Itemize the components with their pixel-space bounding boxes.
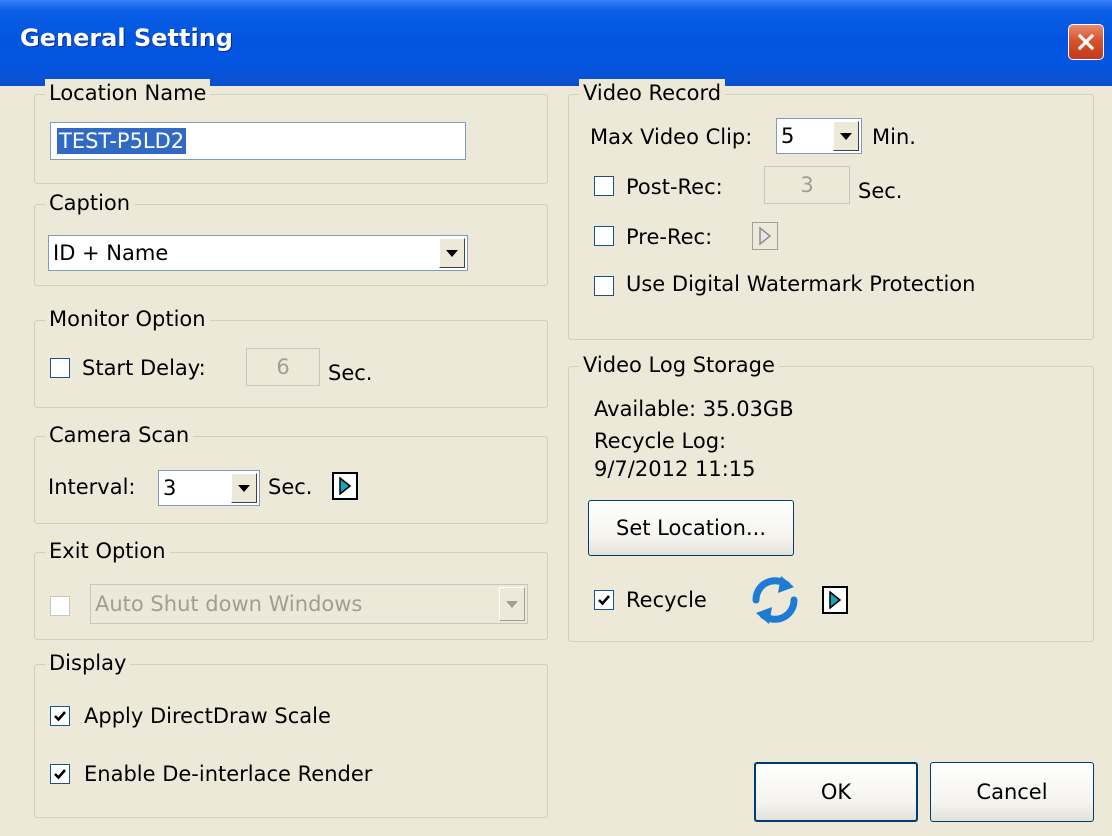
recycle-play-button[interactable] — [822, 586, 848, 614]
chevron-down-icon — [238, 484, 250, 492]
watermark-checkbox[interactable] — [594, 276, 614, 296]
exit-option-select[interactable]: Auto Shut down Windows — [90, 584, 528, 624]
pre-rec-label: Pre-Rec: — [626, 225, 713, 249]
checkmark-icon — [54, 769, 66, 780]
max-video-clip-dropdown-button[interactable] — [833, 121, 859, 151]
close-icon — [1077, 33, 1095, 51]
set-location-label: Set Location... — [615, 516, 766, 540]
interval-dropdown-button[interactable] — [231, 473, 257, 503]
chevron-down-icon — [840, 132, 852, 140]
play-icon — [829, 591, 842, 609]
directdraw-checkbox[interactable] — [50, 706, 70, 726]
recycle-label: Recycle — [626, 588, 707, 612]
recycle-log-label: Recycle Log: — [594, 429, 727, 453]
video-record-legend: Video Record — [579, 79, 726, 107]
interval-select[interactable]: 3 — [158, 470, 260, 506]
caption-dropdown-button[interactable] — [439, 238, 465, 268]
play-icon — [759, 227, 772, 245]
deinterlace-checkbox[interactable] — [50, 764, 70, 784]
directdraw-label: Apply DirectDraw Scale — [84, 704, 331, 728]
pre-rec-play-button[interactable] — [752, 222, 778, 250]
recycle-checkbox[interactable] — [594, 590, 614, 610]
camera-scan-play-button[interactable] — [332, 472, 358, 500]
post-rec-input[interactable]: 3 — [764, 166, 850, 204]
start-delay-checkbox[interactable] — [50, 358, 70, 378]
monitor-option-legend: Monitor Option — [45, 305, 210, 333]
display-group: Display — [34, 649, 548, 818]
exit-option-dropdown-button[interactable] — [499, 587, 525, 621]
recycle-icon — [752, 576, 798, 624]
interval-value: 3 — [163, 476, 177, 500]
cancel-button[interactable]: Cancel — [930, 762, 1094, 822]
play-icon — [339, 477, 352, 495]
ok-label: OK — [820, 780, 852, 804]
video-log-storage-legend: Video Log Storage — [579, 351, 779, 379]
max-video-clip-select[interactable]: 5 — [776, 118, 862, 154]
start-delay-input[interactable]: 6 — [246, 348, 320, 386]
caption-legend: Caption — [45, 189, 135, 217]
window-title: General Setting — [20, 24, 233, 52]
camera-scan-legend: Camera Scan — [45, 421, 194, 449]
watermark-label: Use Digital Watermark Protection — [626, 272, 976, 296]
recycle-log-date: 9/7/2012 11:15 — [594, 457, 756, 481]
post-rec-label: Post-Rec: — [626, 175, 723, 199]
caption-value: ID + Name — [53, 241, 169, 265]
post-rec-checkbox[interactable] — [594, 176, 614, 196]
max-video-clip-unit: Min. — [872, 125, 916, 149]
location-name-input[interactable]: TEST-P5LD2 — [50, 122, 466, 160]
set-location-button[interactable]: Set Location... — [588, 500, 794, 556]
interval-unit: Sec. — [268, 475, 313, 499]
post-rec-unit: Sec. — [858, 179, 903, 203]
exit-option-value: Auto Shut down Windows — [95, 592, 363, 616]
max-video-clip-label: Max Video Clip: — [590, 125, 753, 149]
deinterlace-label: Enable De-interlace Render — [84, 762, 373, 786]
close-button[interactable] — [1068, 24, 1104, 60]
title-bar: General Setting — [0, 0, 1112, 86]
ok-button[interactable]: OK — [754, 762, 918, 822]
chevron-down-icon — [446, 249, 458, 257]
cancel-label: Cancel — [976, 780, 1048, 804]
checkmark-icon — [54, 711, 66, 722]
start-delay-label: Start Delay: — [82, 356, 206, 380]
location-name-legend: Location Name — [45, 79, 211, 107]
pre-rec-checkbox[interactable] — [594, 226, 614, 246]
checkmark-icon — [598, 595, 610, 606]
available-space-text: Available: 35.03GB — [594, 397, 794, 421]
max-video-clip-value: 5 — [781, 124, 795, 148]
chevron-down-icon — [506, 600, 518, 608]
start-delay-unit: Sec. — [328, 361, 373, 385]
exit-option-legend: Exit Option — [45, 537, 170, 565]
location-name-value: TEST-P5LD2 — [57, 128, 187, 154]
interval-label: Interval: — [48, 475, 136, 499]
caption-select[interactable]: ID + Name — [48, 235, 468, 271]
exit-option-checkbox[interactable] — [50, 596, 70, 616]
display-legend: Display — [45, 649, 131, 677]
